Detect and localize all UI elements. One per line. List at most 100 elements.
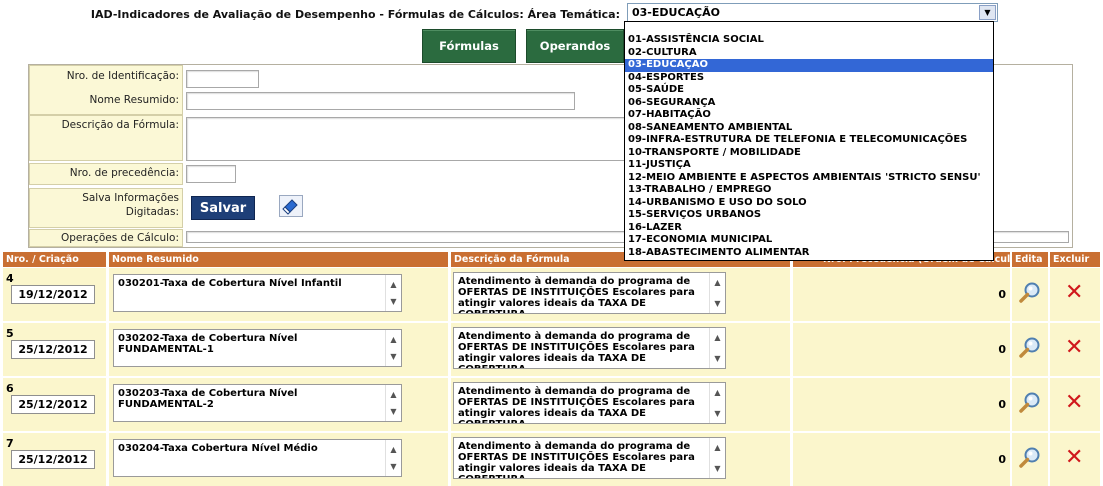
nome-textarea[interactable]: 030203-Taxa de Cobertura Nível FUNDAMENT… [113,384,402,422]
table-row: 4 19/12/2012 030201-Taxa de Cobertura Ní… [3,268,1100,321]
nome-text: 030204-Taxa Cobertura Nível Médio [118,443,318,454]
descricao-text: Atendimento à demanda do programa de OFE… [458,276,695,313]
dropdown-option[interactable]: 09-INFRA-ESTRUTURA DE TELEFONIA E TELECO… [625,134,993,147]
dropdown-option[interactable]: 14-URBANISMO E USO DO SOLO [625,197,993,210]
descricao-cell: Atendimento à demanda do programa de OFE… [451,433,790,486]
scroll-down-icon[interactable]: ▼ [710,464,725,473]
precedencia-value: 0 [998,343,1006,356]
row-number: 6 [6,382,14,395]
red-x-icon[interactable]: ✕ [1065,447,1083,469]
scroll-down-icon[interactable]: ▼ [710,409,725,418]
table-row: 7 25/12/2012 030204-Taxa Cobertura Nível… [3,433,1100,486]
dropdown-option[interactable]: 06-SEGURANÇA [625,97,993,110]
scroll-up-icon[interactable]: ▲ [386,390,401,399]
scrollbar[interactable]: ▲ ▼ [709,383,725,423]
chevron-down-icon[interactable]: ▼ [979,5,996,20]
magnifier-icon[interactable] [1018,391,1042,415]
excluir-cell: ✕ [1050,268,1100,321]
nome-textarea[interactable]: 030202-Taxa de Cobertura Nível FUNDAMENT… [113,329,402,367]
dropdown-option[interactable]: 16-LAZER [625,222,993,235]
scroll-up-icon[interactable]: ▲ [386,280,401,289]
descricao-textarea[interactable] [186,117,626,161]
row-number: 5 [6,327,14,340]
area-tematica-dropdown[interactable]: 01-ASSISTÊNCIA SOCIAL 02-CULTURA 03-EDUCAÇ… [624,21,994,261]
creation-date-field[interactable]: 25/12/2012 [11,340,95,359]
salvar-button[interactable]: Salvar [191,196,255,220]
magnifier-icon[interactable] [1018,336,1042,360]
excluir-cell: ✕ [1050,323,1100,376]
descricao-cell: Atendimento à demanda do programa de OFE… [451,378,790,431]
descricao-row-textarea[interactable]: Atendimento à demanda do programa de OFE… [453,272,726,314]
nro-cell: 7 25/12/2012 [3,433,106,486]
area-tematica-select[interactable]: 03-EDUCAÇÃO ▼ [627,3,998,22]
dropdown-option[interactable]: 02-CULTURA [625,47,993,60]
scrollbar[interactable]: ▲ ▼ [709,438,725,478]
dropdown-option[interactable]: 12-MEIO AMBIENTE E ASPECTOS AMBIENTAIS '… [625,172,993,185]
magnifier-icon[interactable] [1018,446,1042,470]
operandos-button[interactable]: Operandos [526,29,624,63]
scroll-up-icon[interactable]: ▲ [386,335,401,344]
dropdown-option[interactable]: 03-EDUCAÇÃO [625,59,993,72]
nome-input[interactable] [186,92,575,110]
scrollbar[interactable]: ▲ ▼ [385,440,401,476]
dropdown-option[interactable]: 01-ASSISTÊNCIA SOCIAL [625,34,993,47]
scroll-up-icon[interactable]: ▲ [386,445,401,454]
dropdown-option[interactable]: 11-JUSTIÇA [625,159,993,172]
scrollbar[interactable]: ▲ ▼ [709,273,725,313]
scroll-down-icon[interactable]: ▼ [386,297,401,306]
scroll-down-icon[interactable]: ▼ [710,299,725,308]
area-tematica-value: 03-EDUCAÇÃO [632,6,720,19]
scrollbar[interactable]: ▲ ▼ [385,330,401,366]
dropdown-blank-option[interactable] [625,22,993,34]
nome-text: 030202-Taxa de Cobertura Nível FUNDAMENT… [118,333,298,355]
descricao-row-textarea[interactable]: Atendimento à demanda do programa de OFE… [453,327,726,369]
scrollbar[interactable]: ▲ ▼ [709,328,725,368]
creation-date-field[interactable]: 25/12/2012 [11,395,95,414]
dropdown-option[interactable]: 10-TRANSPORTE / MOBILIDADE [625,147,993,160]
edita-cell [1012,323,1048,376]
scroll-down-icon[interactable]: ▼ [386,462,401,471]
magnifier-icon[interactable] [1018,281,1042,305]
scrollbar[interactable]: ▲ ▼ [385,275,401,311]
red-x-icon[interactable]: ✕ [1065,337,1083,359]
dropdown-option[interactable]: 15-SERVIÇOS URBANOS [625,209,993,222]
edita-cell [1012,268,1048,321]
dropdown-option[interactable]: 18-ABASTECIMENTO ALIMENTAR [625,247,993,260]
scroll-up-icon[interactable]: ▲ [710,388,725,397]
nome-textarea[interactable]: 030201-Taxa de Cobertura Nível Infantil … [113,274,402,312]
operacoes-label: Operações de Cálculo: [60,232,179,244]
scroll-down-icon[interactable]: ▼ [386,407,401,416]
scroll-down-icon[interactable]: ▼ [386,352,401,361]
creation-date-field[interactable]: 19/12/2012 [11,285,95,304]
dropdown-option[interactable]: 17-ECONOMIA MUNICIPAL [625,234,993,247]
nome-textarea[interactable]: 030204-Taxa Cobertura Nível Médio ▲ ▼ [113,439,402,477]
creation-date-field[interactable]: 25/12/2012 [11,450,95,469]
descricao-label: Descrição da Fórmula: [61,119,179,131]
dropdown-option[interactable]: 04-ESPORTES [625,72,993,85]
red-x-icon[interactable]: ✕ [1065,392,1083,414]
formulas-button[interactable]: Fórmulas [422,29,516,63]
scroll-down-icon[interactable]: ▼ [710,354,725,363]
precedencia-cell: 0 [793,378,1010,431]
nome-cell: 030201-Taxa de Cobertura Nível Infantil … [109,268,448,321]
scroll-up-icon[interactable]: ▲ [710,278,725,287]
eraser-icon[interactable] [279,195,303,217]
dropdown-option[interactable]: 07-HABITAÇÃO [625,109,993,122]
dropdown-option[interactable]: 08-SANEAMENTO AMBIENTAL [625,122,993,135]
dropdown-option[interactable]: 13-TRABALHO / EMPREGO [625,184,993,197]
col-nro: Nro. / Criação [3,252,106,267]
precedencia-input[interactable] [186,165,236,183]
red-x-icon[interactable]: ✕ [1065,282,1083,304]
col-edita: Edita [1012,252,1048,267]
id-input[interactable] [186,70,259,88]
scroll-up-icon[interactable]: ▲ [710,443,725,452]
precedencia-value: 0 [998,398,1006,411]
descricao-row-textarea[interactable]: Atendimento à demanda do programa de OFE… [453,437,726,479]
operacoes-label-cell: Operações de Cálculo: [29,229,183,247]
salva-label-line1: Salva Informações [82,192,179,204]
descricao-text: Atendimento à demanda do programa de OFE… [458,331,695,368]
scroll-up-icon[interactable]: ▲ [710,333,725,342]
scrollbar[interactable]: ▲ ▼ [385,385,401,421]
dropdown-option[interactable]: 05-SAÚDE [625,84,993,97]
descricao-row-textarea[interactable]: Atendimento à demanda do programa de OFE… [453,382,726,424]
